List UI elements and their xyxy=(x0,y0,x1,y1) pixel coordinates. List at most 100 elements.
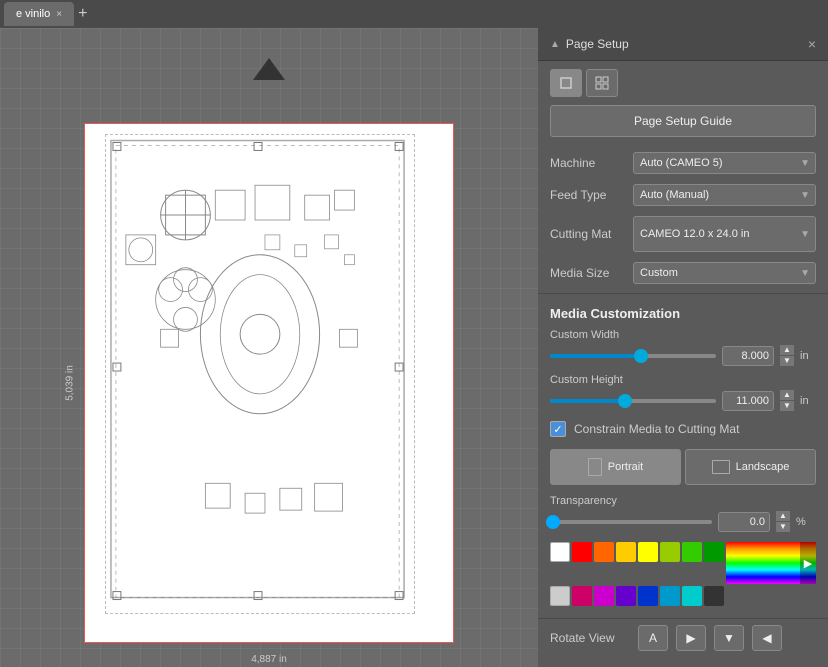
swatch-teal[interactable] xyxy=(682,586,702,606)
rotate-left-button[interactable]: ◀ xyxy=(752,625,782,651)
custom-height-unit: in xyxy=(800,395,816,407)
up-arrow-icon[interactable] xyxy=(253,58,285,80)
palette-row-2 xyxy=(550,586,816,606)
custom-height-input[interactable] xyxy=(722,391,774,411)
canvas-design[interactable] xyxy=(105,134,415,614)
custom-width-fill xyxy=(550,354,641,358)
panel-title-row: ▲ Page Setup xyxy=(550,37,629,51)
swatch-lightgray[interactable] xyxy=(550,586,570,606)
single-view-button[interactable] xyxy=(550,69,582,97)
feed-type-select[interactable]: Auto (Manual) xyxy=(633,184,816,206)
swatch-white[interactable] xyxy=(550,542,570,562)
transparency-label: Transparency xyxy=(550,495,816,507)
page-setup-panel: ▲ Page Setup × Page Setup Guide xyxy=(538,28,828,667)
cutting-mat-select-wrapper: CAMEO 12.0 x 24.0 in ▼ xyxy=(633,216,816,252)
swatch-red[interactable] xyxy=(572,542,592,562)
landscape-icon xyxy=(712,460,730,474)
custom-height-section: Custom Height ▲ ▼ in xyxy=(538,370,828,415)
transparency-up[interactable]: ▲ xyxy=(776,511,790,521)
swatch-amber[interactable] xyxy=(616,542,636,562)
swatch-blue[interactable] xyxy=(638,586,658,606)
cutting-mat-row: Cutting Mat CAMEO 12.0 x 24.0 in ▼ xyxy=(538,211,828,257)
custom-height-label: Custom Height xyxy=(550,374,816,386)
transparency-section: Transparency ▲ ▼ % xyxy=(538,491,828,536)
transparency-down[interactable]: ▼ xyxy=(776,522,790,532)
design-svg xyxy=(106,135,414,613)
rotate-view-row: Rotate View A ▶ ▼ ◀ xyxy=(538,618,828,657)
panel-close-button[interactable]: × xyxy=(808,36,816,52)
swatch-magenta[interactable] xyxy=(594,586,614,606)
feed-type-row: Feed Type Auto (Manual) ▼ xyxy=(538,179,828,211)
main-area: 5,039 in 4,887 in ▲ Page Setup × xyxy=(0,28,828,667)
page-setup-guide-button[interactable]: Page Setup Guide xyxy=(550,105,816,137)
rotate-view-label: Rotate View xyxy=(550,631,630,645)
swatch-orange[interactable] xyxy=(594,542,614,562)
landscape-label: Landscape xyxy=(736,461,790,473)
cutting-mat-label: Cutting Mat xyxy=(550,227,625,241)
rotate-a-button[interactable]: A xyxy=(638,625,668,651)
media-size-select[interactable]: Custom xyxy=(633,262,816,284)
portrait-label: Portrait xyxy=(608,461,643,473)
swatch-yellow[interactable] xyxy=(638,542,658,562)
panel-title: Page Setup xyxy=(566,37,629,51)
custom-width-thumb xyxy=(634,349,648,363)
rotate-right-button[interactable]: ▶ xyxy=(676,625,706,651)
transparency-thumb xyxy=(546,515,560,529)
custom-width-track[interactable] xyxy=(550,354,716,358)
custom-width-up[interactable]: ▲ xyxy=(780,345,794,355)
gradient-picker[interactable]: ▶ xyxy=(726,542,816,584)
custom-height-down[interactable]: ▼ xyxy=(780,401,794,411)
feed-type-select-wrapper: Auto (Manual) ▼ xyxy=(633,184,816,206)
portrait-icon xyxy=(588,458,602,476)
swatch-darkgray[interactable] xyxy=(704,586,724,606)
canvas-area: 5,039 in 4,887 in xyxy=(0,28,538,667)
transparency-input[interactable] xyxy=(718,512,770,532)
custom-height-spinner: ▲ ▼ xyxy=(780,390,794,411)
orientation-row: Portrait Landscape xyxy=(538,443,828,491)
portrait-button[interactable]: Portrait xyxy=(550,449,681,485)
canvas-paper[interactable] xyxy=(84,123,454,643)
custom-width-row: ▲ ▼ in xyxy=(550,345,816,366)
constrain-checkbox-row[interactable]: ✓ Constrain Media to Cutting Mat xyxy=(538,415,828,443)
scroll-up-button[interactable] xyxy=(253,58,285,80)
custom-width-input[interactable] xyxy=(722,346,774,366)
constrain-label: Constrain Media to Cutting Mat xyxy=(574,422,739,436)
custom-height-thumb xyxy=(618,394,632,408)
machine-select[interactable]: Auto (CAMEO 5) xyxy=(633,152,816,174)
canvas-container: 5,039 in 4,887 in xyxy=(84,123,454,643)
tab-bar: e vinilo × + xyxy=(0,0,828,28)
grid-view-button[interactable] xyxy=(586,69,618,97)
custom-width-section: Custom Width ▲ ▼ in xyxy=(538,325,828,370)
section-title-media: Media Customization xyxy=(538,298,828,325)
swatch-purple[interactable] xyxy=(616,586,636,606)
checkbox-checkmark: ✓ xyxy=(553,423,562,436)
constrain-checkbox[interactable]: ✓ xyxy=(550,421,566,437)
custom-height-row: ▲ ▼ in xyxy=(550,390,816,411)
swatch-darkgreen[interactable] xyxy=(704,542,724,562)
tab-close-icon[interactable]: × xyxy=(56,9,62,20)
divider-1 xyxy=(538,293,828,294)
transparency-track[interactable] xyxy=(550,520,712,524)
palette-section: ▶ xyxy=(538,536,828,614)
panel-header: ▲ Page Setup × xyxy=(538,28,828,61)
collapse-icon[interactable]: ▲ xyxy=(550,39,560,50)
tab-evinilo[interactable]: e vinilo × xyxy=(4,2,74,26)
custom-height-fill xyxy=(550,399,625,403)
swatch-green[interactable] xyxy=(682,542,702,562)
cutting-mat-select[interactable]: CAMEO 12.0 x 24.0 in xyxy=(633,216,816,252)
custom-width-down[interactable]: ▼ xyxy=(780,356,794,366)
landscape-button[interactable]: Landscape xyxy=(685,449,816,485)
custom-height-up[interactable]: ▲ xyxy=(780,390,794,400)
feed-type-label: Feed Type xyxy=(550,188,625,202)
swatch-pink[interactable] xyxy=(572,586,592,606)
machine-row: Machine Auto (CAMEO 5) ▼ xyxy=(538,147,828,179)
rotate-down-button[interactable]: ▼ xyxy=(714,625,744,651)
custom-width-unit: in xyxy=(800,350,816,362)
custom-height-track[interactable] xyxy=(550,399,716,403)
tab-label: e vinilo xyxy=(16,8,50,20)
transparency-unit: % xyxy=(796,516,816,528)
swatch-lime[interactable] xyxy=(660,542,680,562)
tab-add-button[interactable]: + xyxy=(78,6,87,22)
swatch-cyan[interactable] xyxy=(660,586,680,606)
view-toggle-row xyxy=(538,61,828,105)
